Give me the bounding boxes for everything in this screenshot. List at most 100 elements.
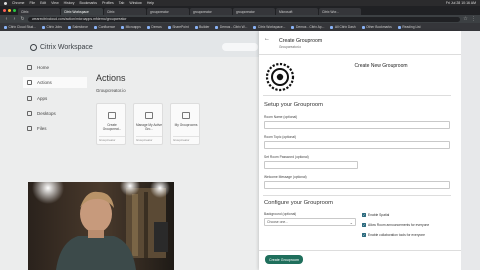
browser-tab[interactable]: Microsoft bbox=[276, 8, 318, 15]
room-password-input[interactable] bbox=[264, 161, 358, 169]
collaboration-tools-checkbox[interactable]: ✓ Enable collaboration tools for everyon… bbox=[362, 233, 425, 237]
star-icon[interactable]: ☆ bbox=[463, 16, 468, 22]
sidebar-item-actions[interactable]: Actions bbox=[23, 77, 87, 88]
browser-tab[interactable]: groupcreator bbox=[233, 8, 275, 15]
action-card-label: Manage My Active Gro... bbox=[135, 123, 163, 131]
citrix-logo-icon bbox=[30, 44, 37, 51]
checkbox-checked-icon: ✓ bbox=[362, 233, 366, 237]
bookmark[interactable]: Demos bbox=[146, 25, 162, 29]
room-topic-input[interactable] bbox=[264, 141, 450, 149]
sidebar-item-label: Actions bbox=[37, 80, 52, 85]
bookmark[interactable]: Reading List bbox=[397, 25, 421, 29]
forward-icon[interactable]: › bbox=[12, 16, 17, 22]
room-name-input[interactable] bbox=[264, 121, 450, 129]
bookmark-icon bbox=[215, 25, 219, 29]
back-icon[interactable]: ‹ bbox=[4, 16, 9, 22]
bookmark[interactable]: Citrix Jobs bbox=[41, 25, 62, 29]
bookmark-label: Demos - Citrix W... bbox=[219, 25, 248, 29]
bookmark[interactable]: Microapps bbox=[121, 25, 141, 29]
bookmark-icon bbox=[291, 25, 295, 29]
checkbox-checked-icon: ✓ bbox=[362, 223, 366, 227]
room-announcements-checkbox[interactable]: ✓ Allow Room announcements for everyone bbox=[362, 223, 429, 227]
bookmark[interactable]: Demos - Citrix Ap... bbox=[291, 25, 324, 29]
panel-title: Create Grouproom bbox=[279, 38, 323, 44]
action-card[interactable]: My Grouprooms Groupcreator bbox=[170, 103, 200, 145]
bookmark-icon bbox=[397, 25, 401, 29]
create-grouproom-button[interactable]: Create Grouproom bbox=[265, 255, 303, 264]
welcome-message-input[interactable] bbox=[264, 181, 450, 189]
bookmark-label: Citrix Cloud Stud... bbox=[8, 25, 36, 29]
zoom-window-icon[interactable] bbox=[13, 9, 16, 12]
section-title: Groupcreator.io bbox=[96, 88, 126, 93]
action-card[interactable]: Create Groupcreat... Groupcreator bbox=[96, 103, 126, 145]
menubar-app[interactable]: Chrome bbox=[12, 1, 24, 5]
page-title: Actions bbox=[96, 73, 126, 83]
panel-scrollbar-area[interactable] bbox=[461, 31, 480, 270]
menubar-edit[interactable]: Edit bbox=[40, 1, 46, 5]
back-arrow-icon[interactable]: ← bbox=[264, 36, 270, 42]
browser-tab[interactable]: Citrix bbox=[104, 8, 146, 15]
background-label: Background (optional) bbox=[264, 212, 297, 216]
browser-tab[interactable]: groupcreator bbox=[190, 8, 232, 15]
browser-tab[interactable]: groupcreator bbox=[147, 8, 189, 15]
browser-toolbar: ‹ › ↻ wearecitrixcloud.com/action/microa… bbox=[0, 15, 480, 23]
browser-tab[interactable]: Citrix bbox=[18, 8, 60, 15]
panel-subtitle: Groupcreator.io bbox=[279, 45, 301, 49]
bookmark[interactable]: Citrix Workspace... bbox=[253, 25, 285, 29]
enable-spatial-checkbox[interactable]: ✓ Enable Spatial bbox=[362, 213, 389, 217]
bookmark-label: Confluence bbox=[98, 25, 116, 29]
menubar-file[interactable]: File bbox=[29, 1, 35, 5]
bookmark[interactable]: Citrix Cloud Stud... bbox=[4, 25, 36, 29]
create-grouproom-panel: ← Create Grouproom Groupcreator.io Creat… bbox=[259, 31, 461, 270]
bookmark[interactable]: Salesforce bbox=[67, 25, 88, 29]
app-name: Create New Grouproom bbox=[354, 63, 408, 69]
webcam-video bbox=[28, 182, 174, 270]
bookmark-label: Other Bookmarks bbox=[366, 25, 392, 29]
bookmark-label: Citrix Workspace... bbox=[257, 25, 286, 29]
bookmark[interactable]: Builder bbox=[194, 25, 209, 29]
bookmark-label: Demos - Citrix Ap... bbox=[295, 25, 325, 29]
menubar-profiles[interactable]: Profiles bbox=[102, 1, 114, 5]
folder-icon bbox=[27, 126, 32, 131]
menubar-help[interactable]: Help bbox=[147, 1, 154, 5]
checkbox-label: Enable collaboration tools for everyone bbox=[368, 233, 425, 237]
address-bar[interactable]: wearecitrixcloud.com/action/microapps.mf… bbox=[28, 16, 460, 22]
workspace-logo[interactable]: Citrix Workspace bbox=[30, 44, 93, 51]
menubar-bookmarks[interactable]: Bookmarks bbox=[80, 1, 98, 5]
close-window-icon[interactable] bbox=[3, 9, 6, 12]
sidebar-item-files[interactable]: Files bbox=[23, 123, 87, 134]
bookmark[interactable]: All Citrix Dash bbox=[330, 25, 356, 29]
sidebar-item-apps[interactable]: Apps bbox=[23, 93, 87, 104]
action-card[interactable]: Manage My Active Gro... Groupcreator bbox=[133, 103, 163, 145]
sidebar-item-label: Files bbox=[37, 126, 47, 131]
workspace-search-input[interactable] bbox=[222, 43, 258, 51]
browser-tab[interactable]: Citrix Wor... bbox=[319, 8, 361, 15]
menubar-view[interactable]: View bbox=[51, 1, 59, 5]
background-select[interactable]: Choose one... ⌄ bbox=[264, 218, 356, 226]
reload-icon[interactable]: ↻ bbox=[20, 16, 25, 22]
bookmark[interactable]: Confluence bbox=[93, 25, 116, 29]
bookmark-icon bbox=[361, 25, 365, 29]
bookmark-label: All Citrix Dash bbox=[334, 25, 356, 29]
bookmark-icon bbox=[253, 25, 257, 29]
menubar-tab[interactable]: Tab bbox=[119, 1, 125, 5]
checkbox-checked-icon: ✓ bbox=[362, 213, 366, 217]
browser-tab-active[interactable]: Citrix Workspace bbox=[61, 8, 103, 15]
action-icon bbox=[108, 112, 116, 119]
sidebar-item-desktops[interactable]: Desktops bbox=[23, 108, 87, 119]
bookmark-icon bbox=[330, 25, 334, 29]
menubar-history[interactable]: History bbox=[64, 1, 75, 5]
menu-icon[interactable]: ⋮ bbox=[471, 16, 476, 22]
sidebar-item-label: Apps bbox=[37, 96, 48, 101]
bookmark[interactable]: Demos - Citrix W... bbox=[215, 25, 247, 29]
apple-icon[interactable] bbox=[4, 1, 7, 5]
home-icon bbox=[27, 65, 32, 70]
menubar-window[interactable]: Window bbox=[129, 1, 141, 5]
bookmark[interactable]: SharePoint bbox=[167, 25, 189, 29]
sidebar-item-home[interactable]: Home bbox=[23, 62, 87, 73]
minimize-window-icon[interactable] bbox=[8, 9, 11, 12]
bookmark-icon bbox=[67, 25, 71, 29]
bookmark-icon bbox=[167, 25, 171, 29]
bookmark[interactable]: Other Bookmarks bbox=[361, 25, 392, 29]
setup-heading: Setup your Grouproom bbox=[264, 102, 323, 108]
